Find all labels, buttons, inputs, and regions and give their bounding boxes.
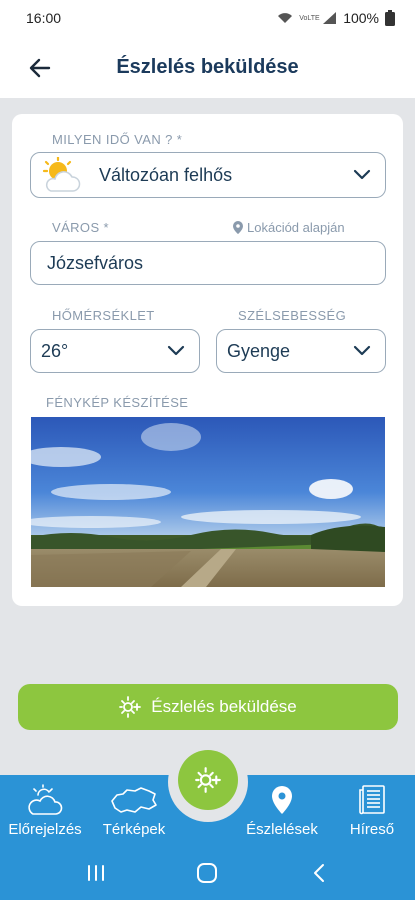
recent-apps-button[interactable] — [66, 853, 126, 893]
nav-label-maps: Térképek — [102, 821, 166, 838]
back-button[interactable] — [26, 54, 54, 82]
chevron-down-icon — [167, 345, 185, 356]
temperature-select[interactable]: 26° — [30, 329, 200, 373]
app-header: Észlelés beküldése — [0, 36, 415, 98]
volte-icon: VoLTE — [299, 14, 320, 22]
home-button[interactable] — [177, 853, 237, 893]
chevron-left-icon — [314, 863, 325, 882]
weather-value: Változóan felhős — [99, 164, 233, 185]
observation-photo[interactable] — [31, 417, 385, 587]
nav-item-forecast[interactable]: Előrejelzés — [2, 775, 88, 845]
location-link-label: Lokációd alapján — [247, 220, 345, 235]
wifi-icon — [278, 13, 293, 23]
sun-plus-icon — [119, 696, 142, 718]
status-icons: VoLTE 100% — [277, 10, 395, 26]
status-time: 16:00 — [26, 10, 62, 26]
home-icon — [197, 862, 218, 883]
newspaper-icon — [359, 785, 385, 815]
weather-select[interactable]: Változóan felhős — [30, 152, 386, 198]
signal-icon — [323, 12, 337, 24]
city-label: VÁROS * — [52, 220, 109, 235]
sun-plus-icon — [195, 767, 221, 793]
system-back-button[interactable] — [289, 853, 349, 893]
wind-select[interactable]: Gyenge — [216, 329, 386, 373]
city-input[interactable]: Józsefváros — [30, 241, 386, 285]
nav-item-observations[interactable]: Észlelések — [238, 775, 326, 845]
battery-icon — [385, 10, 395, 26]
chevron-down-icon — [353, 345, 371, 356]
nav-label-forecast: Előrejelzés — [8, 821, 82, 838]
status-bar: 16:00 VoLTE 100% — [0, 0, 415, 36]
recent-apps-icon — [87, 864, 104, 881]
location-pin-icon — [272, 786, 292, 814]
city-value: Józsefváros — [47, 252, 144, 273]
new-observation-fab[interactable] — [178, 750, 238, 810]
wind-label: SZÉLSEBESSÉG — [238, 308, 347, 323]
page-title: Észlelés beküldése — [116, 55, 299, 78]
map-icon — [111, 787, 157, 813]
wind-value: Gyenge — [227, 340, 291, 361]
location-link[interactable]: Lokációd alapján — [233, 220, 345, 235]
battery-text: 100% — [343, 10, 379, 26]
form-card: MILYEN IDŐ VAN ? * Változóan felhős VÁRO… — [12, 114, 403, 606]
nav-item-maps[interactable]: Térképek — [94, 775, 174, 845]
partly-cloudy-icon — [42, 157, 81, 192]
landscape-photo — [31, 417, 385, 587]
location-pin-small-icon — [233, 221, 243, 234]
arrow-left-icon — [29, 58, 51, 78]
nav-label-news: Híreső — [349, 821, 395, 838]
cloud-sun-icon — [28, 784, 63, 815]
submit-label: Észlelés beküldése — [151, 697, 297, 716]
temperature-value: 26° — [41, 340, 69, 361]
submit-observation-button[interactable]: Észlelés beküldése — [18, 684, 398, 730]
chevron-down-icon — [353, 169, 371, 180]
temperature-label: HŐMÉRSÉKLET — [52, 308, 155, 323]
nav-label-observations: Észlelések — [246, 821, 318, 838]
system-nav-bar — [0, 845, 415, 900]
photo-label: FÉNYKÉP KÉSZÍTÉSE — [46, 395, 189, 410]
nav-item-news[interactable]: Híreső — [338, 775, 406, 845]
weather-label: MILYEN IDŐ VAN ? * — [52, 132, 183, 147]
